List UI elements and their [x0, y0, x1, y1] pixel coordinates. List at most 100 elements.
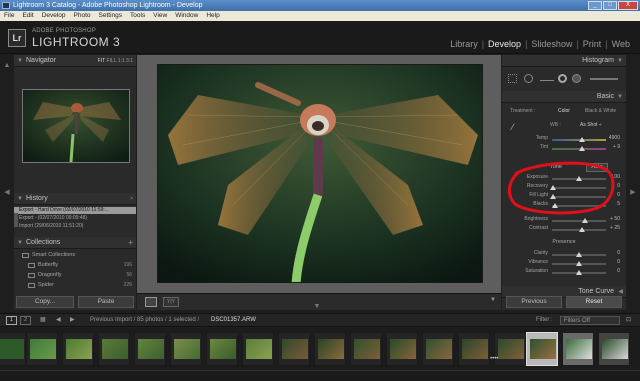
zoom-fill[interactable]: FILL: [106, 58, 116, 64]
zoom-fit[interactable]: FIT: [98, 58, 105, 64]
menu-window[interactable]: Window: [175, 11, 198, 21]
filter-select[interactable]: Filters Off: [560, 316, 620, 325]
clarity-slider[interactable]: Clarity 0: [502, 249, 626, 258]
page-1-button[interactable]: 1: [6, 316, 17, 325]
collection-item[interactable]: Butterfly 196: [14, 261, 136, 270]
history-item[interactable]: Export - (02/07/2010 09:09:48): [14, 215, 136, 222]
wb-select[interactable]: As Shot ÷: [580, 121, 602, 129]
before-after-icon[interactable]: Y|Y: [163, 297, 179, 307]
adjustment-brush-icon[interactable]: [572, 74, 581, 83]
close-history-icon[interactable]: ×: [130, 193, 133, 205]
saturation-value[interactable]: 0: [617, 267, 620, 276]
crop-tool-icon[interactable]: [508, 74, 517, 83]
history-item[interactable]: Import (29/06/2010 11:51:20): [14, 223, 136, 230]
top-panel-arrow-icon[interactable]: ▲: [1, 60, 13, 72]
film-thumb[interactable]: [386, 332, 418, 366]
copy-button[interactable]: Copy...: [16, 296, 74, 308]
zoom-3-1[interactable]: 3:1: [126, 58, 133, 64]
paste-button[interactable]: Paste: [78, 296, 134, 308]
tint-slider[interactable]: Tint + 9: [502, 143, 626, 152]
menu-view[interactable]: View: [153, 11, 167, 21]
contrast-knob[interactable]: [579, 227, 586, 232]
module-develop[interactable]: Develop: [488, 39, 521, 49]
film-thumb[interactable]: [494, 332, 526, 366]
spot-removal-icon[interactable]: [524, 74, 533, 83]
forward-arrow-icon[interactable]: ▶: [70, 314, 75, 327]
temp-knob[interactable]: [578, 137, 585, 142]
blacks-value[interactable]: 5: [617, 200, 620, 209]
page-2-button[interactable]: 2: [20, 316, 31, 325]
menu-file[interactable]: File: [4, 11, 14, 21]
menu-develop[interactable]: Develop: [42, 11, 66, 21]
reset-button[interactable]: Reset: [566, 296, 622, 308]
minimize-button[interactable]: _: [588, 1, 602, 10]
vibrance-knob[interactable]: [576, 261, 582, 266]
graduated-filter-icon[interactable]: [558, 74, 567, 83]
navigator-header[interactable]: ▼ Navigator FIT FILL 1:1 3:1: [14, 55, 136, 67]
navigator-preview[interactable]: [22, 89, 130, 163]
right-panel-toggle-icon[interactable]: ▶: [627, 187, 639, 199]
redeye-icon[interactable]: [540, 76, 554, 81]
left-panel-toggle-icon[interactable]: ◀: [1, 187, 13, 199]
history-scrollbar[interactable]: [14, 213, 18, 227]
film-thumb[interactable]: [206, 332, 238, 366]
menu-photo[interactable]: Photo: [74, 11, 91, 21]
film-thumb[interactable]: [598, 332, 630, 366]
recovery-value[interactable]: 0: [617, 182, 620, 191]
history-item[interactable]: Export - Hard Drive (02/07/2010 11:59:..…: [14, 207, 136, 214]
treatment-color[interactable]: Color: [558, 107, 570, 115]
menu-help[interactable]: Help: [206, 11, 219, 21]
temp-value[interactable]: 4900: [609, 134, 620, 143]
maximize-button[interactable]: □: [603, 1, 617, 10]
module-web[interactable]: Web: [612, 39, 630, 49]
clarity-value[interactable]: 0: [617, 249, 620, 258]
zoom-1-1[interactable]: 1:1: [118, 58, 125, 64]
treatment-black-white[interactable]: Black & White: [585, 107, 616, 115]
close-button[interactable]: X: [618, 1, 638, 10]
film-thumb[interactable]: [0, 332, 26, 366]
current-filename[interactable]: DSC01357.ARW: [211, 314, 256, 327]
basic-header[interactable]: Basic ▼: [502, 91, 626, 103]
brightness-value[interactable]: + 50: [610, 215, 620, 224]
film-thumb[interactable]: [422, 332, 454, 366]
film-thumb[interactable]: [350, 332, 382, 366]
film-thumb[interactable]: [562, 332, 594, 366]
module-print[interactable]: Print: [583, 39, 602, 49]
collection-item[interactable]: Spider 226: [14, 281, 136, 290]
vibrance-value[interactable]: 0: [617, 258, 620, 267]
brightness-knob[interactable]: [582, 218, 589, 223]
grid-view-icon[interactable]: ▦: [40, 314, 46, 327]
menu-edit[interactable]: Edit: [22, 11, 33, 21]
brightness-slider[interactable]: Brightness + 50: [502, 215, 626, 224]
main-photo[interactable]: [157, 64, 483, 283]
filter-lock-icon[interactable]: ⊡: [626, 314, 631, 327]
collection-set[interactable]: Smart Collections: [14, 251, 136, 260]
histogram-header[interactable]: Histogram ▼: [502, 55, 626, 67]
film-thumb[interactable]: [314, 332, 346, 366]
module-library[interactable]: Library: [450, 39, 478, 49]
brightness-track[interactable]: [552, 220, 606, 222]
loupe-view-icon[interactable]: [145, 297, 157, 307]
add-collection-icon[interactable]: +: [128, 237, 133, 249]
toolbar-options-icon[interactable]: ▼: [490, 297, 496, 303]
vibrance-slider[interactable]: Vibrance 0: [502, 258, 626, 267]
film-thumb[interactable]: [242, 332, 274, 366]
fill-light-value[interactable]: 0: [617, 191, 620, 200]
bottom-panel-arrow-icon[interactable]: ▼: [311, 301, 323, 313]
film-thumb[interactable]: [458, 332, 490, 366]
menu-settings[interactable]: Settings: [99, 11, 123, 21]
collection-item[interactable]: Dragonfly 56: [14, 271, 136, 280]
tint-knob[interactable]: [578, 146, 585, 151]
contrast-value[interactable]: + 25: [610, 224, 620, 233]
film-thumb[interactable]: [278, 332, 310, 366]
clarity-knob[interactable]: [576, 252, 582, 257]
film-thumb[interactable]: [26, 332, 58, 366]
film-thumb[interactable]: [134, 332, 166, 366]
tint-value[interactable]: + 9: [613, 143, 620, 152]
saturation-knob[interactable]: [576, 270, 582, 275]
history-header[interactable]: ▼ History ×: [14, 193, 136, 205]
film-thumb-selected[interactable]: [526, 332, 558, 366]
previous-button[interactable]: Previous: [506, 296, 562, 308]
film-thumb[interactable]: [98, 332, 130, 366]
film-thumb[interactable]: [62, 332, 94, 366]
